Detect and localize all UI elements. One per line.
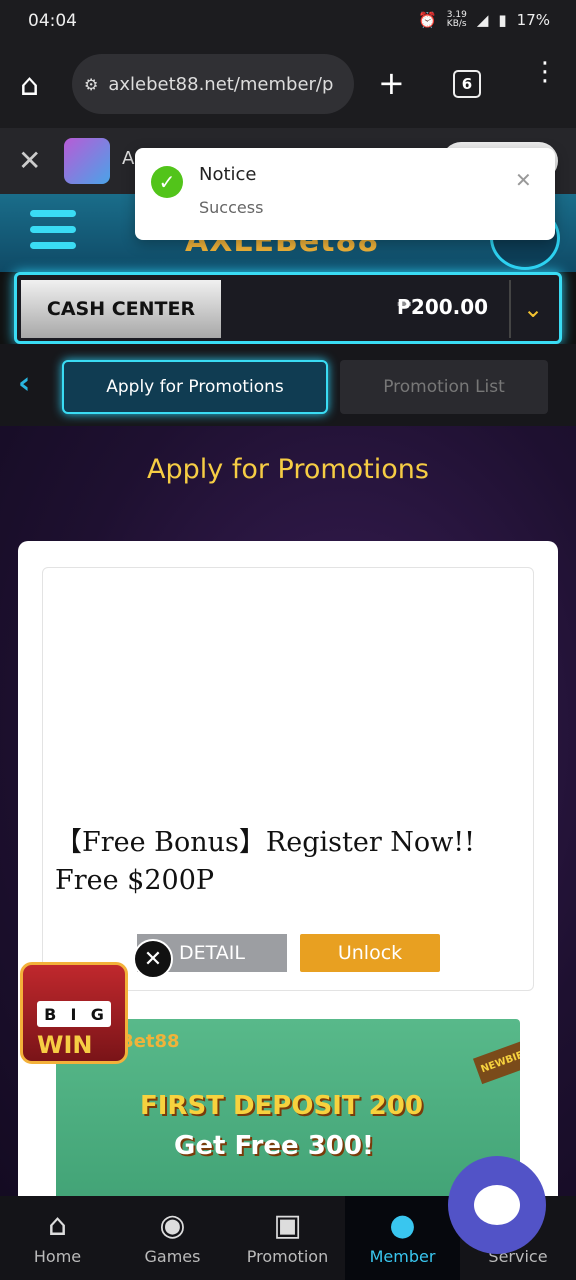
close-floating-icon[interactable]: ✕ <box>133 939 173 979</box>
success-check-icon: ✓ <box>151 166 183 198</box>
tab-apply-for-promotions[interactable]: Apply for Promotions <box>62 360 328 414</box>
back-arrow-icon[interactable]: ‹ <box>18 366 30 401</box>
address-bar[interactable]: ⚙ axlebet88.net/member/p <box>72 54 354 114</box>
home-icon[interactable]: ⌂ <box>20 68 39 103</box>
cash-center-bar: CASH CENTER ₱200.00 ⌄ <box>14 272 562 344</box>
unlock-button[interactable]: Unlock <box>300 934 440 972</box>
nav-games[interactable]: ◉ Games <box>115 1196 230 1280</box>
win-label: WIN <box>37 1031 93 1059</box>
tab-promotion-list[interactable]: Promotion List <box>340 360 548 414</box>
balance-amount: ₱200.00 <box>397 295 489 319</box>
battery-icon: ▮ <box>498 11 507 29</box>
promotion-item: 【Free Bonus】Register Now!! Free $200P DE… <box>42 567 534 991</box>
page-title: Apply for Promotions <box>147 454 429 485</box>
toast-title: Notice <box>199 164 257 185</box>
banner-brand: Bet88 <box>120 1031 180 1052</box>
promotion-title: 【Free Bonus】Register Now!! Free $200P <box>55 827 476 896</box>
more-menu-icon[interactable]: ⋮ <box>532 59 558 85</box>
signal-icon: ◢ <box>476 11 489 29</box>
browser-toolbar: ⌂ ⚙ axlebet88.net/member/p + 6 ⋮ <box>0 42 576 128</box>
chevron-down-icon[interactable]: ⌄ <box>509 280 555 338</box>
app-logo-icon <box>64 138 110 184</box>
live-chat-button[interactable] <box>448 1156 546 1254</box>
cash-center-button[interactable]: CASH CENTER <box>21 280 221 338</box>
nav-member[interactable]: ● Member <box>345 1196 460 1280</box>
app-title: A <box>122 148 135 169</box>
slot-reel: BIG <box>37 1001 111 1027</box>
gift-icon: ▣ <box>273 1208 302 1243</box>
member-icon: ● <box>389 1208 416 1243</box>
toast-message: Success <box>199 198 264 217</box>
nav-home[interactable]: ⌂ Home <box>0 1196 115 1280</box>
battery-level: 17% <box>516 11 550 29</box>
promotion-tabs: ‹ Apply for Promotions Promotion List <box>0 344 576 426</box>
network-speed: 3.19 KB/s <box>446 10 467 29</box>
url-text: axlebet88.net/member/p <box>108 73 334 95</box>
alarm-icon: ⏰ <box>418 11 437 29</box>
toast-close-icon[interactable]: ✕ <box>515 168 532 192</box>
banner-headline: FIRST DEPOSIT 200 <box>140 1091 423 1121</box>
site-settings-icon[interactable]: ⚙ <box>84 75 98 94</box>
gamepad-icon: ◉ <box>159 1208 186 1243</box>
status-bar: 04:04 ⏰ 3.19 KB/s ◢ ▮ 17% <box>0 0 576 42</box>
main-content: Apply for Promotions 【Free Bonus】Registe… <box>0 426 576 1269</box>
new-tab-icon[interactable]: + <box>378 64 405 102</box>
status-time: 04:04 <box>28 11 77 31</box>
chat-bubble-icon <box>474 1185 520 1225</box>
notice-toast: ✓ Notice Success ✕ <box>135 148 555 240</box>
promotions-card: 【Free Bonus】Register Now!! Free $200P DE… <box>18 541 558 1269</box>
nav-promotion[interactable]: ▣ Promotion <box>230 1196 345 1280</box>
banner-subline: Get Free 300! <box>174 1131 374 1161</box>
newbie-badge: NEWBIE <box>472 1040 520 1085</box>
big-win-floating-button[interactable]: BIG WIN <box>20 962 128 1064</box>
hamburger-menu-icon[interactable] <box>30 210 76 256</box>
home-icon: ⌂ <box>47 1208 68 1243</box>
tab-switcher-button[interactable]: 6 <box>453 70 481 98</box>
close-icon[interactable]: ✕ <box>18 144 41 177</box>
status-icons: ⏰ 3.19 KB/s ◢ ▮ 17% <box>418 10 550 30</box>
